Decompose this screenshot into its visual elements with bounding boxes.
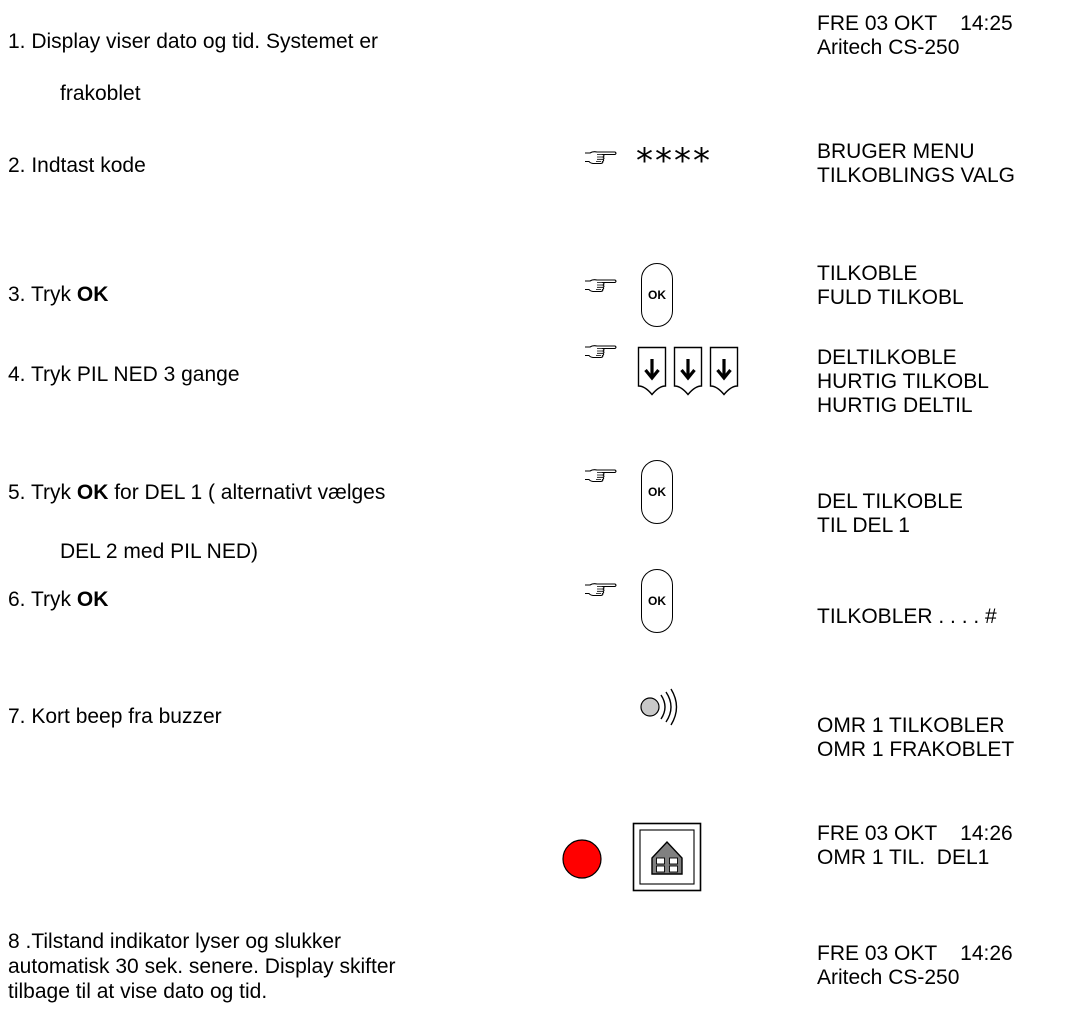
pointing-hand-icon [584,468,618,484]
display-4: DELTILKOBLE HURTIG TILKOBL HURTIG DELTIL [817,346,989,417]
step-5-text-cont: DEL 2 med PIL NED) [60,540,259,563]
display-8: FRE 03 OKT 14:26 OMR 1 TIL. DEL1 [817,822,1013,869]
house-icon [632,822,702,892]
display-9: FRE 03 OKT 14:26 Aritech CS-250 [817,942,1013,989]
step-2-text: 2. Indtast kode [8,154,146,177]
display-1: FRE 03 OKT 14:25 Aritech CS-250 [817,12,1013,59]
step-3-text: 3. Tryk OK [8,283,109,306]
ok-button[interactable]: OK [641,263,673,327]
display-2: BRUGER MENU TILKOBLINGS VALG [817,140,1016,187]
pointing-hand-icon [584,582,618,598]
pointing-hand-icon [584,344,618,360]
arrow-down-key-icon[interactable] [637,346,667,396]
step-4-text: 4. Tryk PIL NED 3 gange [8,363,240,386]
display-5: DEL TILKOBLE TIL DEL 1 [817,490,963,537]
ok-button[interactable]: OK [641,460,673,524]
display-6: TILKOBLER . . . . # [817,605,997,628]
display-7: OMR 1 TILKOBLER OMR 1 FRAKOBLET [817,714,1015,761]
step-5-text: 5. Tryk OK for DEL 1 ( alternativt vælge… [8,481,386,504]
buzzer-sound-icon [640,688,678,726]
display-3: TILKOBLE FULD TILKOBL [817,262,964,309]
step-6-text: 6. Tryk OK [8,588,109,611]
pointing-hand-icon [584,278,618,294]
arrow-down-key-icon[interactable] [673,346,703,396]
step-8-text: 8 .Tilstand indikator lyser og slukker a… [8,930,396,1003]
step-1-text: 1. Display viser dato og tid. Systemet e… [8,30,378,53]
status-led-icon [562,839,602,879]
step-7-text: 7. Kort beep fra buzzer [8,705,222,728]
pointing-hand-icon [584,150,618,166]
code-entry: **** [636,141,712,181]
arrow-down-key-icon[interactable] [709,346,739,396]
ok-button[interactable]: OK [641,569,673,633]
step-1-text-cont: frakoblet [60,82,141,105]
